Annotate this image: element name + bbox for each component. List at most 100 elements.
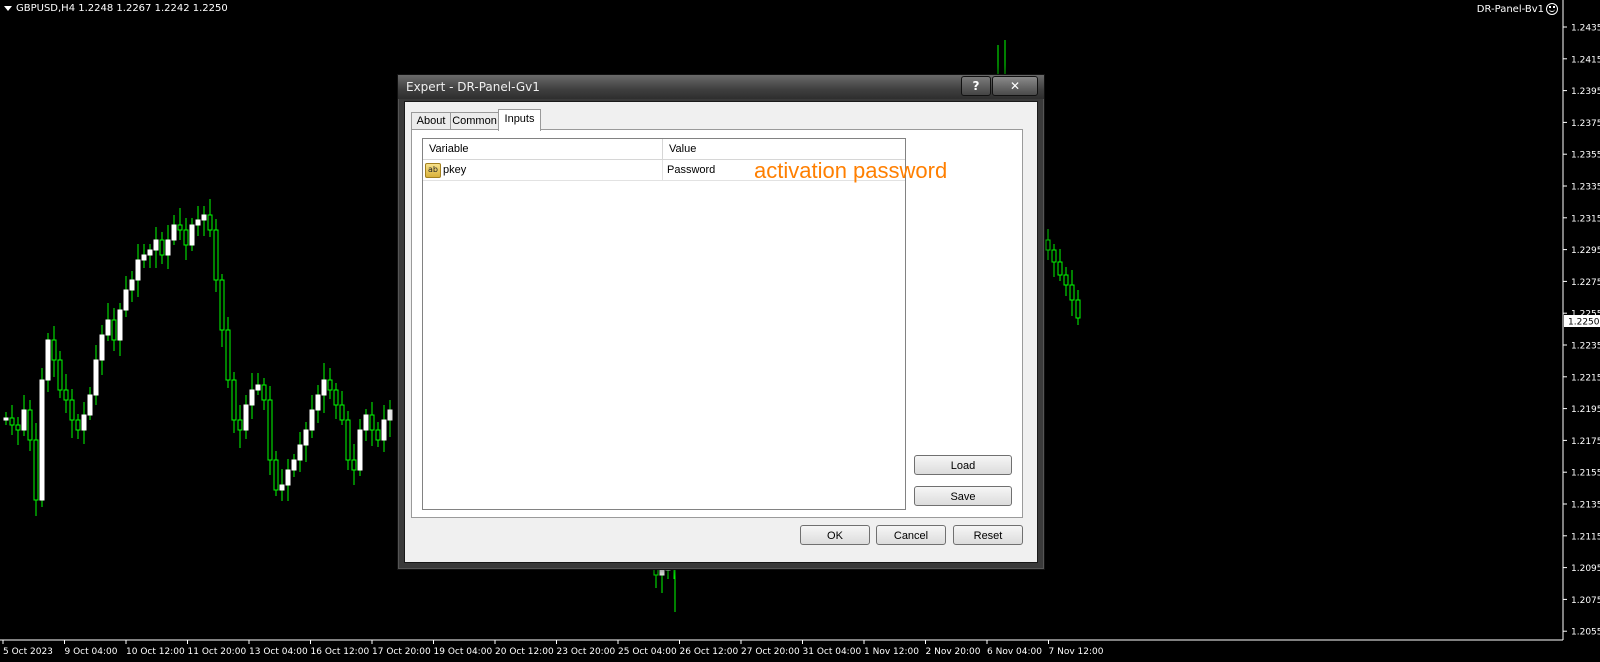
bear-candle	[1075, 299, 1081, 319]
column-header-value[interactable]: Value	[663, 139, 905, 159]
dialog-title: Expert - DR-Panel-Gv1	[406, 80, 540, 94]
bull-candle	[279, 484, 285, 491]
bear-candle	[231, 379, 237, 421]
time-label: 5 Oct 2023	[3, 647, 53, 657]
variable-cell[interactable]: ab pkey	[423, 160, 663, 180]
time-label: 25 Oct 04:00	[618, 647, 677, 657]
bear-candle	[207, 214, 213, 231]
time-label: 9 Oct 04:00	[65, 647, 118, 657]
bear-candle	[333, 389, 339, 406]
bear-candle	[51, 339, 57, 361]
dialog-titlebar[interactable]: Expert - DR-Panel-Gv1 ? ✕	[398, 75, 1044, 99]
price-label: 1.2095	[1571, 564, 1600, 574]
price-label: 1.2135	[1571, 501, 1600, 511]
bear-candle	[237, 419, 243, 431]
price-label: 1.2175	[1571, 437, 1600, 447]
bear-candle	[261, 384, 267, 401]
bear-candle	[219, 279, 225, 331]
price-label: 1.2115	[1571, 532, 1600, 542]
bear-candle	[63, 389, 69, 401]
price-label: 1.2195	[1571, 405, 1600, 415]
time-label: 19 Oct 04:00	[434, 647, 493, 657]
variable-name: pkey	[443, 164, 467, 176]
dropdown-triangle-icon[interactable]	[4, 5, 12, 11]
bear-candle	[351, 459, 357, 471]
bull-candle	[123, 289, 129, 311]
bull-candle	[99, 334, 105, 361]
price-label: 1.2275	[1571, 278, 1600, 288]
load-button[interactable]: Load	[914, 455, 1012, 475]
save-button[interactable]: Save	[914, 486, 1012, 506]
bear-candle	[375, 429, 381, 441]
bull-candle	[105, 319, 111, 336]
time-label: 26 Oct 12:00	[680, 647, 739, 657]
tab-common[interactable]: Common	[450, 112, 499, 130]
time-label: 16 Oct 12:00	[311, 647, 370, 657]
inputs-table: Variable Value ab pkey Password activati…	[422, 138, 947, 510]
price-label: 1.2395	[1571, 87, 1600, 97]
bull-candle	[195, 219, 201, 226]
bull-candle	[135, 259, 141, 281]
reset-button[interactable]: Reset	[953, 525, 1023, 545]
price-label: 1.2415	[1571, 55, 1600, 65]
bear-candle	[345, 419, 351, 461]
bull-candle	[147, 249, 153, 256]
bull-candle	[255, 384, 261, 391]
bear-candle	[1057, 261, 1063, 276]
time-label: 17 Oct 20:00	[372, 647, 431, 657]
bull-candle	[363, 414, 369, 431]
bear-candle	[327, 379, 333, 391]
bull-candle	[45, 339, 51, 381]
string-type-icon: ab	[425, 163, 441, 178]
bull-candle	[87, 394, 93, 416]
bull-candle	[387, 409, 393, 421]
time-label: 20 Oct 12:00	[495, 647, 554, 657]
expert-dialog: Expert - DR-Panel-Gv1 ? ✕ About Common I…	[397, 74, 1045, 570]
price-label: 1.2335	[1571, 183, 1600, 193]
bull-candle	[189, 224, 195, 246]
price-label: 1.2155	[1571, 469, 1600, 479]
time-label: 31 Oct 04:00	[803, 647, 862, 657]
bear-candle	[1045, 239, 1051, 251]
price-label: 1.2315	[1571, 214, 1600, 224]
time-label: 6 Nov 04:00	[987, 647, 1042, 657]
close-button[interactable]: ✕	[992, 76, 1038, 96]
bull-candle	[141, 254, 147, 261]
price-label: 1.2295	[1571, 246, 1600, 256]
bear-candle	[369, 414, 375, 431]
bear-candle	[111, 319, 117, 341]
ok-button[interactable]: OK	[800, 525, 870, 545]
bull-candle	[659, 569, 665, 576]
bull-candle	[291, 459, 297, 471]
bear-candle	[1069, 284, 1075, 301]
ea-name-text: DR-Panel-Bv1	[1476, 4, 1544, 15]
symbol-info-text: GBPUSD,H4 1.2248 1.2267 1.2242 1.2250	[16, 3, 228, 14]
time-label: 1 Nov 12:00	[864, 647, 919, 657]
bear-candle	[267, 399, 273, 461]
bull-candle	[171, 224, 177, 241]
dialog-client: About Common Inputs Variable Value ab pk…	[404, 101, 1038, 563]
tab-about[interactable]: About	[411, 112, 451, 130]
cancel-button[interactable]: Cancel	[876, 525, 946, 545]
price-label: 1.2215	[1571, 373, 1600, 383]
time-label: 7 Nov 12:00	[1049, 647, 1104, 657]
bear-candle	[159, 239, 165, 256]
price-label: 1.2375	[1571, 119, 1600, 129]
column-header-variable[interactable]: Variable	[423, 139, 663, 159]
tab-inputs[interactable]: Inputs	[498, 109, 541, 131]
annotation-text: activation password	[754, 158, 948, 183]
bull-candle	[297, 444, 303, 461]
bear-candle	[273, 459, 279, 491]
bull-candle	[315, 394, 321, 411]
ea-name-label: DR-Panel-Bv1	[1477, 3, 1558, 15]
table-header: Variable Value	[423, 139, 905, 160]
bull-candle	[129, 279, 135, 291]
time-label: 10 Oct 12:00	[126, 647, 185, 657]
time-label: 11 Oct 20:00	[188, 647, 247, 657]
price-label: 1.2435	[1571, 24, 1600, 34]
price-label: 1.2055	[1571, 628, 1600, 638]
bear-candle	[57, 359, 63, 391]
bull-candle	[243, 404, 249, 431]
help-button[interactable]: ?	[961, 76, 991, 96]
time-label: 13 Oct 04:00	[249, 647, 308, 657]
